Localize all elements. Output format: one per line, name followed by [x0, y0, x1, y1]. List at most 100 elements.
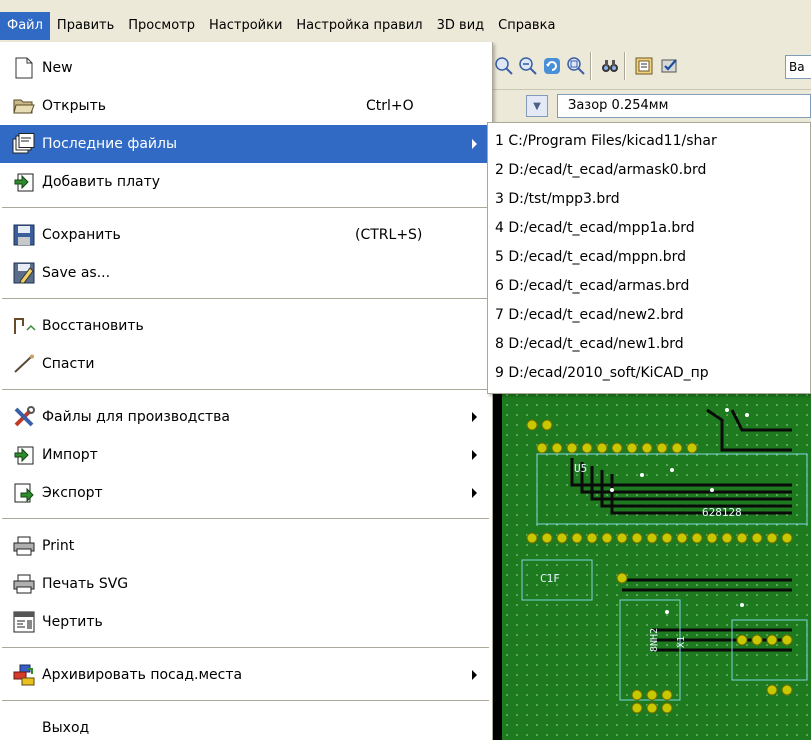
- menu-item-print[interactable]: Print: [0, 527, 491, 565]
- menu-item-shortcut: (CTRL+S): [355, 227, 423, 243]
- title-bar: [0, 0, 811, 10]
- chevron-down-icon[interactable]: ▼: [526, 95, 548, 117]
- append-board-icon: [12, 170, 36, 194]
- menu-separator: [2, 389, 489, 391]
- menu-item-archive-footprints[interactable]: Архивировать посад.места: [0, 656, 491, 694]
- toolbar-separator: [590, 52, 592, 80]
- menu-item-fabrication-outputs[interactable]: Файлы для производства: [0, 398, 491, 436]
- recent-file-item[interactable]: 3 D:/tst/mpp3.brd: [495, 185, 811, 214]
- recent-file-item[interactable]: 7 D:/ecad/t_ecad/new2.brd: [495, 301, 811, 330]
- recent-files-icon: [12, 132, 36, 156]
- open-folder-icon: [12, 94, 36, 118]
- menu-item-label: Архивировать посад.места: [42, 667, 243, 683]
- clearance-select[interactable]: Зазор 0.254мм: [557, 94, 811, 118]
- menu-item-label: Восстановить: [42, 318, 144, 334]
- pcb-ref-628128: 628128: [702, 506, 742, 519]
- menu-item-import[interactable]: Импорт: [0, 436, 491, 474]
- zoom-fit-icon[interactable]: [564, 54, 588, 78]
- menu-item-revert[interactable]: Восстановить: [0, 307, 491, 345]
- menu-item-label: Save as...: [42, 265, 111, 281]
- submenu-arrow-icon: [472, 139, 477, 149]
- main-toolbar: Ba: [492, 42, 811, 90]
- menu-item-append-board[interactable]: Добавить плату: [0, 163, 491, 201]
- recent-file-item[interactable]: 5 D:/ecad/t_ecad/mppn.brd: [495, 243, 811, 272]
- recent-file-item[interactable]: 6 D:/ecad/t_ecad/armas.brd: [495, 272, 811, 301]
- revert-icon: [12, 314, 36, 338]
- menu-separator: [2, 298, 489, 300]
- menu-item-label: Файлы для производства: [42, 409, 231, 425]
- recent-file-item[interactable]: 9 D:/ecad/2010_soft/KiCAD_пр: [495, 359, 811, 388]
- recent-files-submenu: 1 C:/Program Files/kicad11/shar 2 D:/eca…: [487, 122, 811, 394]
- menu-item-exit[interactable]: Выход: [0, 709, 491, 740]
- menu-item-save-as[interactable]: Save as...: [0, 254, 491, 292]
- submenu-arrow-icon: [472, 450, 477, 460]
- menu-item-label: Последние файлы: [42, 136, 177, 152]
- menu-item-label: Экспорт: [42, 485, 103, 501]
- menu-3d-view[interactable]: 3D вид: [430, 12, 492, 40]
- save-as-icon: [12, 261, 36, 285]
- drc-icon[interactable]: [658, 54, 682, 78]
- menu-item-open[interactable]: Открыть Ctrl+O: [0, 87, 491, 125]
- submenu-arrow-icon: [472, 488, 477, 498]
- file-menu-dropdown: New Открыть Ctrl+O Последние файлы Добав…: [0, 42, 493, 740]
- archive-footprints-icon: [12, 663, 36, 687]
- pcb-board-drawing: U5 628128 C1F 8NH2 X1: [492, 390, 811, 740]
- menu-item-label: Спасти: [42, 356, 95, 372]
- menu-item-label: Print: [42, 538, 75, 554]
- menu-item-label: Сохранить: [42, 227, 121, 243]
- pcb-ref-u5: U5: [574, 462, 587, 475]
- menu-item-recent-files[interactable]: Последние файлы: [0, 125, 491, 163]
- pcb-canvas[interactable]: U5 628128 C1F 8NH2 X1: [492, 390, 811, 740]
- menu-item-label: Выход: [42, 720, 90, 736]
- menu-item-label: Печать SVG: [42, 576, 129, 592]
- menu-item-new[interactable]: New: [0, 49, 491, 87]
- recent-file-item[interactable]: 8 D:/ecad/t_ecad/new1.brd: [495, 330, 811, 359]
- menu-design-rules[interactable]: Настройка правил: [289, 12, 429, 40]
- menu-item-save[interactable]: Сохранить (CTRL+S): [0, 216, 491, 254]
- menu-item-label: New: [42, 60, 73, 76]
- menu-edit[interactable]: Править: [50, 12, 121, 40]
- toolbar-separator: [624, 52, 626, 80]
- menu-preferences[interactable]: Настройки: [202, 12, 289, 40]
- menu-separator: [2, 700, 489, 702]
- import-icon: [12, 443, 36, 467]
- menu-item-label: Чертить: [42, 614, 103, 630]
- menu-item-export[interactable]: Экспорт: [0, 474, 491, 512]
- pcb-ref-c1f: C1F: [540, 572, 560, 585]
- fabrication-tools-icon: [12, 405, 36, 429]
- recent-file-item[interactable]: 1 C:/Program Files/kicad11/shar: [495, 127, 811, 156]
- find-icon[interactable]: [598, 54, 622, 78]
- menu-item-label: Импорт: [42, 447, 98, 463]
- menu-item-rescue[interactable]: Спасти: [0, 345, 491, 383]
- save-icon: [12, 223, 36, 247]
- menu-separator: [2, 647, 489, 649]
- submenu-arrow-icon: [472, 670, 477, 680]
- menu-item-shortcut: Ctrl+O: [366, 98, 414, 114]
- menu-item-label: Добавить плату: [42, 174, 161, 190]
- menu-help[interactable]: Справка: [491, 12, 562, 40]
- recent-file-item[interactable]: 4 D:/ecad/t_ecad/mpp1a.brd: [495, 214, 811, 243]
- printer-icon: [12, 534, 36, 558]
- pcb-ref-x1: X1: [676, 636, 687, 648]
- menu-file[interactable]: Файл: [0, 12, 50, 40]
- print-svg-icon: [12, 572, 36, 596]
- zoom-out-icon[interactable]: [516, 54, 540, 78]
- menu-bar: Файл Править Просмотр Настройки Настройк…: [0, 10, 811, 42]
- menu-item-print-svg[interactable]: Печать SVG: [0, 565, 491, 603]
- submenu-arrow-icon: [472, 412, 477, 422]
- redraw-icon[interactable]: [540, 54, 564, 78]
- menu-item-label: Открыть: [42, 98, 106, 114]
- menu-item-plot[interactable]: Чертить: [0, 603, 491, 641]
- menu-separator: [2, 518, 489, 520]
- menu-view[interactable]: Просмотр: [121, 12, 202, 40]
- zoom-in-icon[interactable]: [492, 54, 516, 78]
- rescue-icon: [12, 352, 36, 376]
- pcb-ref-8nh2: 8NH2: [649, 628, 660, 652]
- new-document-icon: [12, 56, 36, 80]
- layer-combo[interactable]: Ba: [785, 55, 811, 79]
- netlist-icon[interactable]: [632, 54, 656, 78]
- export-icon: [12, 481, 36, 505]
- menu-separator: [2, 207, 489, 209]
- plot-icon: [12, 610, 36, 634]
- recent-file-item[interactable]: 2 D:/ecad/t_ecad/armask0.brd: [495, 156, 811, 185]
